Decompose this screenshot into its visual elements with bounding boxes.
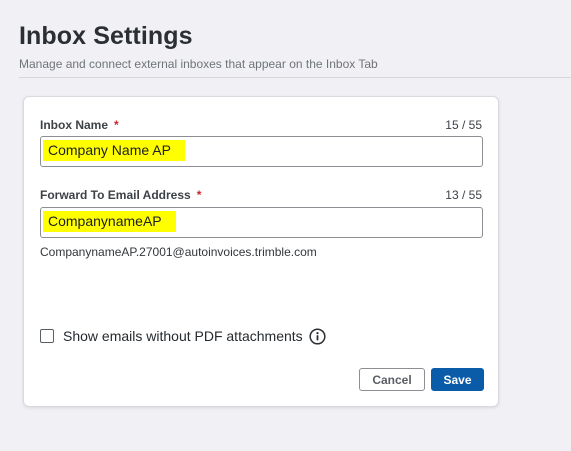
show-without-pdf-label[interactable]: Show emails without PDF attachments xyxy=(63,328,303,344)
save-button[interactable]: Save xyxy=(431,368,484,391)
inbox-name-label: Inbox Name * xyxy=(40,118,119,132)
inbox-name-value: Company Name AP xyxy=(43,140,185,161)
forward-email-value: CompanynameAP xyxy=(43,211,176,232)
required-marker: * xyxy=(114,118,119,132)
forward-email-label-text: Forward To Email Address xyxy=(40,188,191,202)
forward-email-input[interactable]: CompanynameAP xyxy=(40,207,483,238)
cancel-button[interactable]: Cancel xyxy=(359,368,425,391)
inbox-name-label-text: Inbox Name xyxy=(40,118,109,132)
page-title: Inbox Settings xyxy=(19,22,193,50)
show-without-pdf-checkbox[interactable] xyxy=(40,329,54,343)
inbox-settings-card: Inbox Name * 15 / 55 Company Name AP Forw… xyxy=(23,96,499,407)
page-subtitle: Manage and connect external inboxes that… xyxy=(19,57,378,71)
forward-email-label: Forward To Email Address * xyxy=(40,188,201,202)
info-circle-icon[interactable] xyxy=(309,327,326,345)
forward-email-char-count: 13 / 55 xyxy=(445,188,482,202)
required-marker: * xyxy=(196,188,202,202)
show-without-pdf-row: Show emails without PDF attachments xyxy=(40,327,326,345)
forward-email-address-helper: CompanynameAP.27001@autoinvoices.trimble… xyxy=(40,245,317,259)
inbox-name-input[interactable]: Company Name AP xyxy=(40,136,483,167)
page-header: Inbox Settings Manage and connect extern… xyxy=(0,0,571,78)
inbox-name-char-count: 15 / 55 xyxy=(445,118,482,132)
header-divider xyxy=(19,77,571,78)
